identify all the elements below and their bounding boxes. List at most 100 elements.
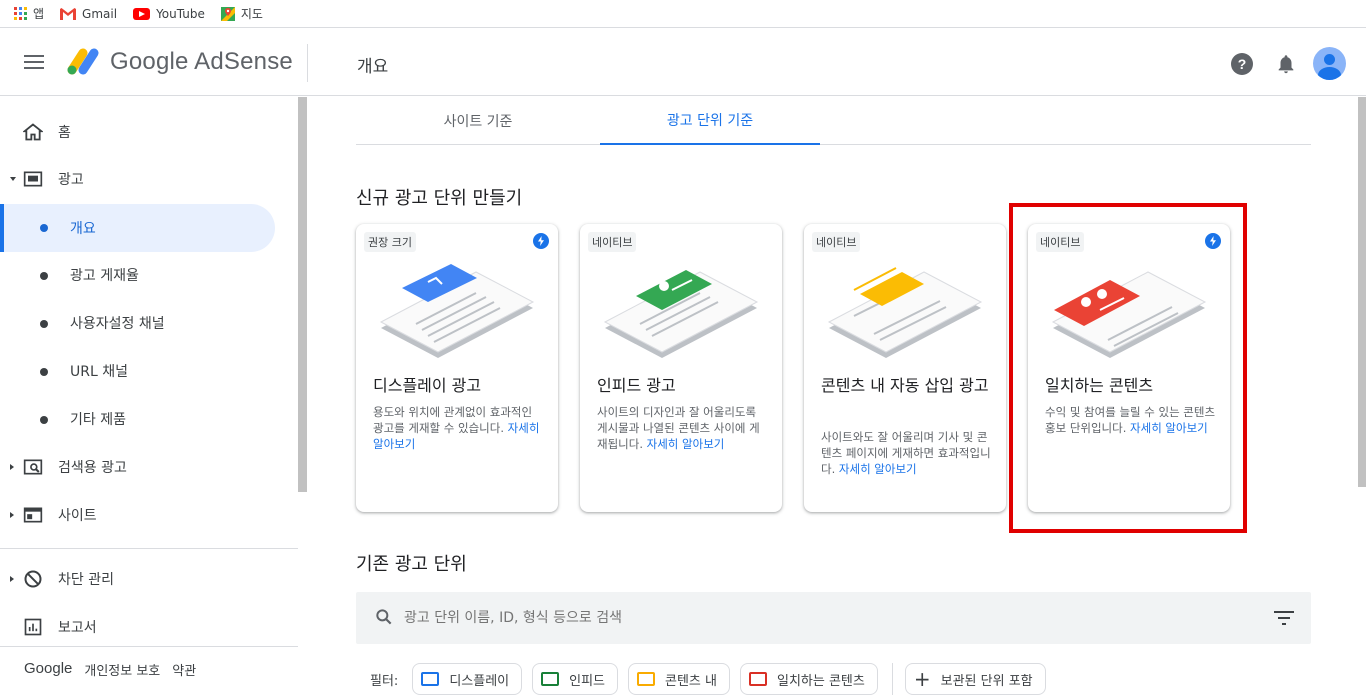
filter-chip-in-article[interactable]: 콘텐츠 내 — [628, 663, 730, 695]
chevron-right-icon — [10, 464, 14, 470]
existing-ad-units-heading: 기존 광고 단위 — [356, 554, 467, 575]
in-feed-ad-illustration — [603, 270, 759, 358]
search-input[interactable] — [404, 592, 1264, 644]
bookmark-youtube[interactable]: YouTube — [133, 7, 205, 21]
card-title: 디스플레이 광고 — [373, 376, 482, 395]
bullet-icon — [40, 224, 48, 232]
sites-icon — [23, 507, 43, 523]
filter-chip-display[interactable]: 디스플레이 — [412, 663, 523, 695]
card-tag: 네이티브 — [812, 232, 861, 252]
card-tag: 네이티브 — [1036, 232, 1085, 252]
sidebar-item-custom-channels[interactable]: 사용자설정 채널 — [0, 300, 290, 346]
sidebar-item-ads[interactable]: 광고 — [0, 156, 290, 202]
page-title: 개요 — [357, 57, 389, 77]
adsense-logo[interactable]: Google AdSense — [66, 48, 293, 76]
terms-link[interactable]: 약관 — [172, 660, 196, 679]
search-ads-icon — [23, 459, 43, 475]
tab-bar: 사이트 기준 광고 단위 기준 — [356, 97, 1311, 145]
plus-icon: + — [913, 667, 931, 691]
sidebar-item-label: 광고 — [58, 172, 84, 188]
chip-label: 일치하는 콘텐츠 — [777, 673, 865, 689]
sidebar-scrollbar[interactable] — [298, 97, 307, 492]
card-description: 수익 및 참여를 늘릴 수 있는 콘텐츠 홍보 단위입니다. 자세히 알아보기 — [1045, 404, 1217, 436]
sidebar-divider — [0, 646, 298, 647]
in-feed-icon — [541, 672, 560, 686]
sidebar-item-label: 차단 관리 — [58, 572, 114, 588]
search-bar — [356, 592, 1311, 644]
filter-bar: 필터: 디스플레이 인피드 콘텐츠 내 일치하는 콘텐츠 + 보관된 단위 포함 — [356, 662, 1056, 696]
learn-more-link[interactable]: 자세히 알아보기 — [839, 462, 917, 476]
footer-google: Google — [24, 660, 73, 677]
header-divider — [307, 44, 308, 82]
matched-content-icon — [749, 672, 767, 686]
card-in-feed-ads[interactable]: 네이티브 인피드 광고 사이트의 디자인과 잘 어울리도록 게시물과 나열된 콘… — [580, 224, 782, 512]
sidebar-item-label: 광고 게재율 — [70, 268, 139, 284]
chip-label: 인피드 — [569, 673, 606, 689]
bookmark-gmail[interactable]: Gmail — [60, 7, 117, 21]
bullet-icon — [40, 320, 48, 328]
sidebar-item-label: 개요 — [70, 221, 96, 237]
notifications-icon[interactable] — [1275, 53, 1297, 75]
sidebar-item-label: 보고서 — [58, 620, 97, 636]
gmail-icon — [60, 7, 77, 20]
card-matched-content[interactable]: 네이티브 일치하는 콘텐츠 수익 및 참여를 늘릴 수 있는 콘텐츠 홍보 단위… — [1028, 224, 1230, 512]
bolt-icon — [1205, 233, 1221, 249]
privacy-link[interactable]: 개인정보 보호 — [84, 660, 160, 679]
chip-label: 콘텐츠 내 — [665, 673, 717, 689]
menu-icon[interactable] — [24, 55, 44, 69]
help-icon[interactable]: ? — [1231, 53, 1253, 75]
card-title: 일치하는 콘텐츠 — [1045, 376, 1154, 395]
learn-more-link[interactable]: 자세히 알아보기 — [1130, 421, 1208, 435]
card-display-ads[interactable]: 권장 크기 디스플레이 광고 용도와 위치에 관계없이 효과적인 광고를 게재할… — [356, 224, 558, 512]
matched-content-illustration — [1051, 271, 1207, 358]
filter-chip-in-feed[interactable]: 인피드 — [532, 663, 619, 695]
in-article-icon — [637, 672, 656, 686]
tab-by-site[interactable]: 사이트 기준 — [356, 97, 600, 145]
bookmark-apps[interactable]: 앱 — [14, 5, 44, 22]
new-ad-unit-heading: 신규 광고 단위 만들기 — [356, 188, 523, 209]
filter-chip-matched-content[interactable]: 일치하는 콘텐츠 — [740, 663, 878, 695]
sidebar-item-other-products[interactable]: 기타 제품 — [0, 396, 290, 442]
chip-label: 디스플레이 — [449, 673, 510, 689]
sidebar-item-search-ads[interactable]: 검색용 광고 — [0, 444, 290, 490]
logo-text: Google AdSense — [110, 48, 293, 75]
avatar[interactable] — [1313, 47, 1346, 80]
home-icon — [23, 123, 43, 141]
sidebar-item-home[interactable]: 홈 — [0, 109, 290, 155]
card-in-article-ads[interactable]: 네이티브 콘텐츠 내 자동 삽입 광고 사이트와도 잘 어울리며 기사 및 콘텐… — [804, 224, 1006, 512]
sidebar-item-blocking-controls[interactable]: 차단 관리 — [0, 556, 290, 602]
tab-by-ad-unit[interactable]: 광고 단위 기준 — [600, 97, 820, 145]
card-title: 인피드 광고 — [597, 376, 676, 395]
in-article-ad-illustration — [827, 267, 983, 358]
filter-chip-archived[interactable]: + 보관된 단위 포함 — [904, 663, 1046, 695]
block-icon — [24, 570, 42, 588]
display-ad-illustration — [379, 264, 535, 358]
filter-icon[interactable] — [1274, 611, 1294, 625]
filter-label: 필터: — [370, 673, 399, 689]
bookmark-maps[interactable]: 지도 — [220, 5, 263, 22]
sidebar-item-reports[interactable]: 보고서 — [0, 604, 290, 650]
youtube-icon — [133, 7, 151, 20]
bolt-icon — [533, 233, 549, 249]
display-icon — [421, 672, 440, 686]
search-icon — [376, 609, 392, 625]
bookmark-label: 지도 — [240, 7, 263, 21]
bullet-icon — [40, 416, 48, 424]
learn-more-link[interactable]: 자세히 알아보기 — [647, 437, 725, 451]
bookmark-label: YouTube — [156, 6, 205, 21]
sidebar-item-sites[interactable]: 사이트 — [0, 492, 290, 538]
chip-divider — [891, 663, 893, 695]
apps-grid-icon — [14, 7, 27, 20]
card-tag: 권장 크기 — [364, 232, 416, 252]
chevron-down-icon — [10, 177, 16, 181]
sidebar-item-overview[interactable]: 개요 — [0, 204, 275, 252]
bullet-icon — [40, 368, 48, 376]
card-title: 콘텐츠 내 자동 삽입 광고 — [821, 376, 989, 395]
sidebar-item-url-channels[interactable]: URL 채널 — [0, 348, 290, 394]
adsense-logo-icon — [67, 48, 99, 75]
sidebar-item-ad-serving[interactable]: 광고 게재율 — [0, 252, 290, 298]
main-content: 사이트 기준 광고 단위 기준 신규 광고 단위 만들기 권장 크기 디스플레이… — [308, 97, 1354, 697]
main-scrollbar[interactable] — [1358, 97, 1366, 487]
sidebar: 홈 광고 개요 광고 게재율 사용자설정 채널 URL 채널 기타 제품 검색용… — [0, 97, 307, 697]
sidebar-item-label: URL 채널 — [70, 364, 128, 380]
